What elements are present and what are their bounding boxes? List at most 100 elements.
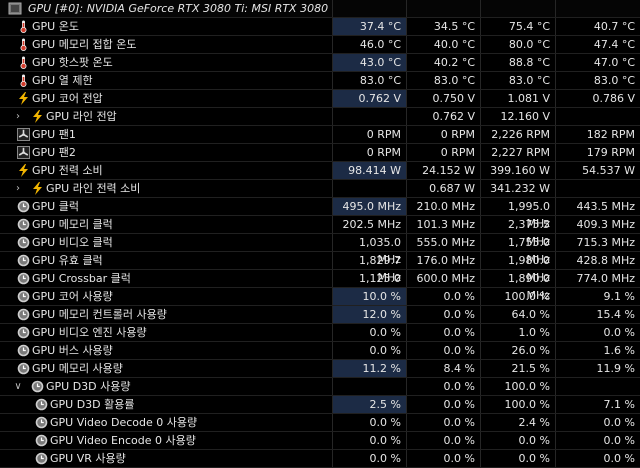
sensor-min-value: 0.0 % xyxy=(407,306,481,323)
sensor-avg-value xyxy=(556,180,640,197)
sensor-name-cell: GPU VR 사용량 xyxy=(0,450,333,467)
sensor-name-cell: GPU 전력 소비 xyxy=(0,162,333,179)
sensor-name-cell: GPU 클럭 xyxy=(0,198,333,215)
sensor-row[interactable]: › GPU 라인 전압 0.762 V 12.160 V xyxy=(0,108,640,126)
sensor-current-value: 12.0 % xyxy=(333,306,407,323)
clock-icon xyxy=(17,200,30,213)
sensor-min-value: 176.0 MHz xyxy=(407,252,481,269)
sensor-name-cell: GPU 메모리 사용량 xyxy=(0,360,333,377)
sensor-max-value: 0.0 % xyxy=(481,432,556,449)
thermometer-icon xyxy=(17,20,30,33)
sensor-row[interactable]: GPU 팬2 0 RPM 0 RPM 2,227 RPM 179 RPM xyxy=(0,144,640,162)
sensor-avg-value: 0.786 V xyxy=(592,92,635,105)
sensor-min-value: 0 RPM xyxy=(407,144,481,161)
sensor-row[interactable]: GPU VR 사용량 0.0 % 0.0 % 0.0 % 0.0 % xyxy=(0,450,640,468)
sensor-row[interactable]: GPU 메모리 접합 온도 46.0 °C 40.0 °C 80.0 °C 47.4 °… xyxy=(0,36,640,54)
sensor-label: GPU 클럭 xyxy=(32,200,79,213)
sensor-current-value: 495.0 MHz xyxy=(333,198,407,215)
sensor-row[interactable]: GPU 코어 사용량 10.0 % 0.0 % 100.0 % 9.1 % xyxy=(0,288,640,306)
sensor-current-value xyxy=(333,180,407,197)
sensor-row[interactable]: GPU D3D 활용률 2.5 % 0.0 % 100.0 % 7.1 % xyxy=(0,396,640,414)
sensor-max-value: 2,226 RPM xyxy=(481,126,556,143)
group-header-gpu[interactable]: GPU [#0]: NVIDIA GeForce RTX 3080 Ti: MS… xyxy=(0,0,640,18)
bolt-icon xyxy=(31,110,44,123)
sensor-max-value: 2,227 RPM xyxy=(481,144,556,161)
sensor-row[interactable]: GPU Video Encode 0 사용량 0.0 % 0.0 % 0.0 % 0.0… xyxy=(0,432,640,450)
sensor-max-value: 1,995.0 MHz xyxy=(481,198,556,230)
sensor-row[interactable]: GPU 비디오 클럭 1,035.0 MHz 555.0 MHz 1,755.0 MH… xyxy=(0,234,640,266)
sensor-row[interactable]: GPU 코어 전압 0.762 V 0.750 V 1.081 V 0.786 V xyxy=(0,90,640,108)
sensor-row[interactable]: GPU 전력 소비 98.414 W 24.152 W 399.160 W 54.537… xyxy=(0,162,640,180)
sensor-row[interactable]: GPU 비디오 엔진 사용량 0.0 % 0.0 % 1.0 % 0.0 % xyxy=(0,324,640,342)
sensor-name-cell: GPU Video Decode 0 사용량 xyxy=(0,414,333,431)
sensor-row[interactable]: GPU 열 제한 83.0 °C 83.0 °C 83.0 °C 83.0 °C xyxy=(0,72,640,90)
sensor-current-value: 1,829.7 MHz xyxy=(333,252,407,284)
sensor-avg-value: 1.6 % xyxy=(603,344,635,357)
sensor-row[interactable]: GPU 메모리 클럭 202.5 MHz 101.3 MHz 2,375.5 MHz 4… xyxy=(0,216,640,248)
sensor-row[interactable]: GPU 버스 사용량 0.0 % 0.0 % 26.0 % 1.6 % xyxy=(0,342,640,360)
sensor-current-value: 2.5 % xyxy=(333,396,407,413)
sensor-row[interactable]: GPU 클럭 495.0 MHz 210.0 MHz 1,995.0 MHz 443.5… xyxy=(0,198,640,230)
sensor-name-cell: GPU 핫스팟 온도 xyxy=(0,54,333,71)
header-min-cell xyxy=(407,0,481,17)
gpu-chip-icon xyxy=(8,2,22,15)
sensor-name-cell: GPU 코어 전압 xyxy=(0,90,333,107)
sensor-current-value: 0.0 % xyxy=(333,342,407,359)
sensor-row[interactable]: GPU Crossbar 클럭 1,125.0 MHz600.0 MHz1,890… xyxy=(0,270,640,302)
bolt-icon xyxy=(17,92,30,105)
sensor-max-value: 2,375.5 MHz xyxy=(481,216,556,248)
sensor-min-value: 83.0 °C xyxy=(407,72,481,89)
sensor-current-value: 0.0 % xyxy=(333,324,407,341)
sensor-max-value: 1,755.0 MHz xyxy=(481,234,556,266)
group-header-name-cell: GPU [#0]: NVIDIA GeForce RTX 3080 Ti: MS… xyxy=(0,0,333,17)
sensor-current-value: 0.762 V xyxy=(333,90,407,107)
sensor-label: GPU 메모리 접합 온도 xyxy=(32,38,137,51)
sensor-avg-value: 179 RPM xyxy=(586,146,635,159)
chevron-down-icon[interactable]: ∨ xyxy=(12,378,24,395)
sensor-label: GPU D3D 활용률 xyxy=(50,398,135,411)
header-max-cell xyxy=(481,0,556,17)
sensor-name-cell: GPU Video Encode 0 사용량 xyxy=(0,432,333,449)
thermometer-icon xyxy=(17,56,30,69)
header-avg-cell xyxy=(556,0,640,17)
sensor-current-value xyxy=(333,378,407,395)
sensor-max-value: 88.8 °C xyxy=(481,54,556,71)
sensor-max-value: 100.0 % xyxy=(481,288,556,305)
sensor-avg-value: 40.7 °C xyxy=(593,20,635,33)
sensor-row[interactable]: GPU Video Decode 0 사용량 0.0 % 0.0 % 2.4 % 0.0… xyxy=(0,414,640,432)
chevron-right-icon[interactable]: › xyxy=(12,180,24,197)
sensor-row[interactable]: › GPU 라인 전력 소비 0.687 W 341.232 W xyxy=(0,180,640,198)
sensor-row[interactable]: GPU 온도 37.4 °C 34.5 °C 75.4 °C 40.7 °C xyxy=(0,18,640,36)
sensor-min-value: 0.0 % xyxy=(407,450,481,467)
sensor-label: GPU Crossbar 클럭 xyxy=(32,272,131,285)
sensor-current-value: 37.4 °C xyxy=(333,18,407,35)
sensor-label: GPU 메모리 사용량 xyxy=(32,362,123,375)
sensor-current-value: 0.0 % xyxy=(333,450,407,467)
sensor-row[interactable]: GPU 메모리 사용량 11.2 % 8.4 % 21.5 % 11.9 % xyxy=(0,360,640,378)
clock-icon xyxy=(17,236,30,249)
sensor-label: GPU 코어 사용량 xyxy=(32,290,113,303)
sensor-label: GPU 코어 전압 xyxy=(32,92,103,105)
sensor-label: GPU Video Decode 0 사용량 xyxy=(50,416,198,429)
sensor-min-value: 0.762 V xyxy=(407,108,481,125)
fan-icon xyxy=(17,146,30,159)
sensor-row[interactable]: ∨ GPU D3D 사용량 0.0 % 100.0 % xyxy=(0,378,640,396)
sensor-avg-value: 47.0 °C xyxy=(593,56,635,69)
sensor-name-cell: GPU D3D 활용률 xyxy=(0,396,333,413)
sensor-row[interactable]: GPU 핫스팟 온도 43.0 °C 40.2 °C 88.8 °C 47.0 °C xyxy=(0,54,640,72)
sensor-avg-value: 443.5 MHz xyxy=(576,200,635,213)
sensor-max-value: 83.0 °C xyxy=(481,72,556,89)
clock-icon xyxy=(17,362,30,375)
sensor-row[interactable]: GPU 유효 클럭 1,829.7 MHz 176.0 MHz 1,980.0 MHz… xyxy=(0,252,640,284)
sensor-row[interactable]: GPU 팬1 0 RPM 0 RPM 2,226 RPM 182 RPM xyxy=(0,126,640,144)
clock-icon xyxy=(17,290,30,303)
sensor-avg-value: 428.8 MHz xyxy=(576,254,635,267)
sensor-min-value: 0.0 % xyxy=(407,396,481,413)
sensor-row[interactable]: GPU 메모리 컨트롤러 사용량 12.0 % 0.0 % 64.0 % 15.4 % xyxy=(0,306,640,324)
sensor-min-value: 600.0 MHz xyxy=(407,270,481,287)
sensor-current-value: 1,125.0 MHz xyxy=(333,270,407,302)
sensor-max-value: 1,980.0 MHz xyxy=(481,252,556,284)
sensor-min-value: 0.0 % xyxy=(407,324,481,341)
chevron-right-icon[interactable]: › xyxy=(12,108,24,125)
sensor-max-value: 399.160 W xyxy=(481,162,556,179)
